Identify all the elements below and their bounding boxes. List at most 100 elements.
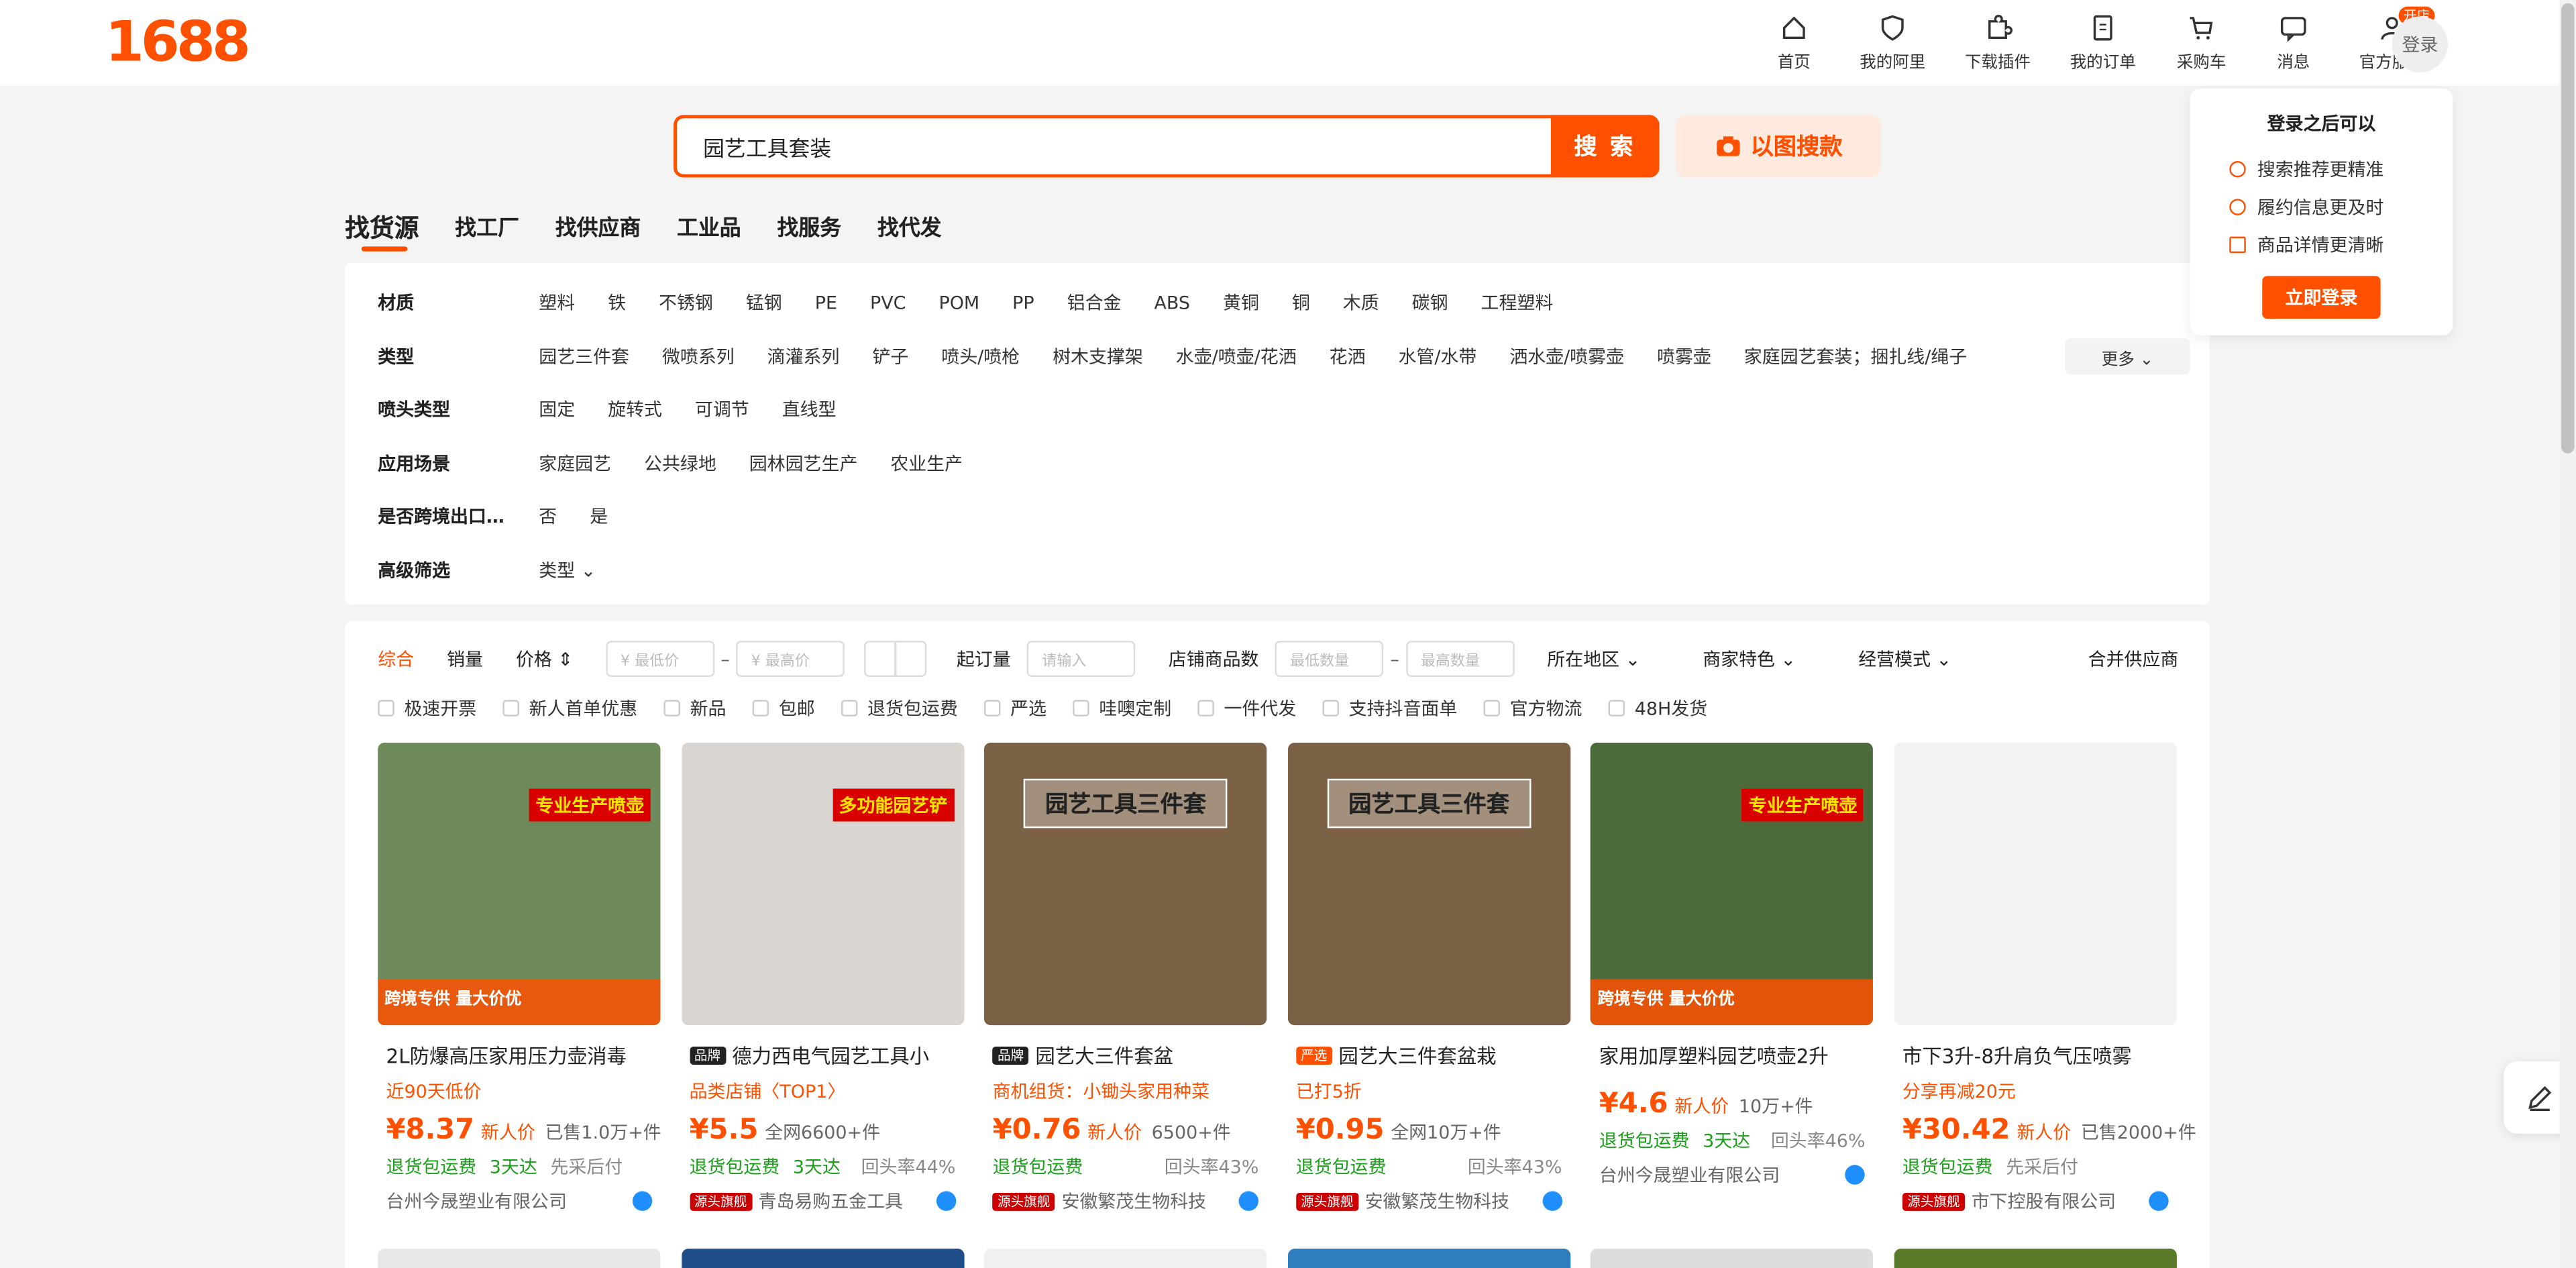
- chat-icon[interactable]: [632, 1191, 653, 1211]
- chat-icon[interactable]: [1239, 1191, 1259, 1211]
- filter-option[interactable]: 喷头/喷枪: [941, 343, 1020, 369]
- product-card[interactable]: 多功能园艺铲 品牌 德力西电气园艺工具小 品类店铺〈TOP1〉 ¥5.5 全网6600+件…: [681, 742, 964, 1236]
- filter-option[interactable]: 直线型: [782, 397, 837, 423]
- product-card[interactable]: 专业生产喷壶 跨境专供 量大价优 2L防爆高压家用压力壶消毒 近90天低价 ¥8.37 新…: [378, 742, 661, 1236]
- shop-row[interactable]: 台州今晟塑业有限公司: [378, 1188, 660, 1214]
- filter-option[interactable]: PE: [815, 292, 837, 313]
- filter-option[interactable]: 水管/水带: [1398, 343, 1477, 369]
- filter-option[interactable]: 木质: [1343, 289, 1379, 315]
- product-image-partial[interactable]: [1287, 1249, 1570, 1268]
- filter-checkbox[interactable]: 官方物流: [1483, 695, 1582, 721]
- merge-suppliers-toggle[interactable]: 合并供应商: [2088, 645, 2179, 672]
- filter-option[interactable]: 园艺三件套: [539, 343, 629, 369]
- filter-checkbox[interactable]: 新品: [663, 695, 726, 721]
- checkbox-box[interactable]: [841, 700, 858, 717]
- product-image-partial[interactable]: [1894, 1249, 2177, 1268]
- filter-option[interactable]: 塑料: [539, 289, 575, 315]
- product-image[interactable]: 园艺工具三件套: [1287, 742, 1570, 1026]
- checkbox-box[interactable]: [1608, 700, 1625, 717]
- filter-checkbox[interactable]: 48H发货: [1608, 695, 1707, 721]
- product-image[interactable]: 专业生产喷壶 跨境专供 量大价优: [378, 742, 661, 1026]
- filter-option[interactable]: 农业生产: [890, 450, 963, 476]
- moq-input[interactable]: 请输入: [1027, 641, 1136, 677]
- filter-option[interactable]: 可调节: [695, 397, 749, 423]
- nav-item-home[interactable]: 首页: [1748, 13, 1840, 72]
- product-image[interactable]: 园艺工具三件套: [984, 742, 1267, 1026]
- filter-option[interactable]: 铲子: [872, 343, 908, 369]
- filter-option[interactable]: 微喷系列: [662, 343, 735, 369]
- max-price-input[interactable]: ¥ 最高价: [736, 641, 845, 677]
- filter-option[interactable]: 花洒: [1330, 343, 1366, 369]
- search-input[interactable]: [703, 118, 1542, 174]
- filter-option[interactable]: 水壶/喷壶/花洒: [1176, 343, 1297, 369]
- nav-item-heart-shield[interactable]: 我的阿里: [1840, 13, 1945, 72]
- filter-option[interactable]: 家庭园艺套装；捆扎线/绳子: [1744, 343, 1967, 369]
- checkbox-box[interactable]: [502, 700, 519, 717]
- checkbox-box[interactable]: [378, 700, 394, 717]
- filter-checkbox[interactable]: 支持抖音面单: [1322, 695, 1457, 721]
- product-card[interactable]: 市下3升-8升肩负气压喷雾 分享再减20元 ¥30.42 新人价 已售2000+件 退货包…: [1894, 742, 2196, 1236]
- shop-row[interactable]: 源头旗舰 青岛易购五金工具: [681, 1188, 963, 1214]
- checkbox-box[interactable]: [1073, 700, 1089, 717]
- product-image-partial[interactable]: [681, 1249, 964, 1268]
- min-price-input[interactable]: ¥ 最低价: [605, 641, 714, 677]
- filter-option[interactable]: 洒水壶/喷雾壶: [1509, 343, 1624, 369]
- tab-0[interactable]: 找货源: [345, 210, 419, 252]
- product-title[interactable]: 2L防爆高压家用压力壶消毒: [378, 1042, 660, 1070]
- chat-icon[interactable]: [2149, 1191, 2169, 1211]
- tab-4[interactable]: 找服务: [777, 210, 842, 244]
- shop-row[interactable]: 源头旗舰 市下控股有限公司: [1894, 1188, 2177, 1214]
- nav-item-order[interactable]: 我的订单: [2050, 13, 2155, 72]
- more-filters-button[interactable]: 更多 ⌄: [2065, 338, 2190, 375]
- product-card[interactable]: 园艺工具三件套 品牌 园艺大三件套盆 商机组货：小锄头家用种菜 ¥0.76 新人价 6500…: [984, 742, 1267, 1236]
- tab-1[interactable]: 找工厂: [455, 210, 519, 244]
- filter-checkbox[interactable]: 极速开票: [378, 695, 476, 721]
- shop-row[interactable]: 源头旗舰 安徽繁茂生物科技: [1287, 1188, 1570, 1214]
- filter-checkbox[interactable]: 包邮: [752, 695, 815, 721]
- search-button[interactable]: 搜 索: [1550, 115, 1660, 178]
- layout-toggle-icon[interactable]: [864, 641, 927, 677]
- checkbox-box[interactable]: [752, 700, 769, 717]
- sort-comprehensive[interactable]: 综合: [378, 645, 414, 672]
- product-title[interactable]: 品牌 德力西电气园艺工具小: [681, 1042, 963, 1070]
- image-search-button[interactable]: 以图搜款: [1675, 115, 1882, 178]
- filter-option[interactable]: ABS: [1154, 292, 1190, 313]
- checkbox-box[interactable]: [1197, 700, 1214, 717]
- chat-icon[interactable]: [935, 1191, 956, 1211]
- nav-item-puzzle[interactable]: 下载插件: [1945, 13, 2051, 72]
- product-image[interactable]: 多功能园艺铲: [681, 742, 964, 1026]
- sort-price[interactable]: 价格 ⇕: [516, 645, 573, 672]
- filter-option[interactable]: 铁: [608, 289, 626, 315]
- product-title[interactable]: 品牌 园艺大三件套盆: [984, 1042, 1267, 1070]
- filter-option[interactable]: PVC: [870, 292, 906, 313]
- product-image-partial[interactable]: [984, 1249, 1267, 1268]
- filter-checkbox[interactable]: 退货包运费: [841, 695, 958, 721]
- filter-checkbox[interactable]: 严选: [983, 695, 1046, 721]
- product-image-partial[interactable]: [1591, 1249, 1874, 1268]
- features-dropdown[interactable]: 商家特色 ⌄: [1703, 645, 1796, 672]
- page-scrollbar[interactable]: [2559, 0, 2576, 1268]
- filter-option[interactable]: 工程塑料: [1481, 289, 1554, 315]
- filter-checkbox[interactable]: 哇噢定制: [1073, 695, 1171, 721]
- max-qty-input[interactable]: 最高数量: [1405, 641, 1515, 677]
- checkbox-box[interactable]: [1322, 700, 1339, 717]
- chat-icon[interactable]: [1542, 1191, 1562, 1211]
- region-dropdown[interactable]: 所在地区 ⌄: [1547, 645, 1640, 672]
- product-title[interactable]: 市下3升-8升肩负气压喷雾: [1894, 1042, 2177, 1070]
- filter-option[interactable]: 树木支撑架: [1053, 343, 1143, 369]
- checkbox-box[interactable]: [663, 700, 680, 717]
- product-title[interactable]: 严选 园艺大三件套盆栽: [1287, 1042, 1570, 1070]
- filter-option[interactable]: 类型 ⌄: [539, 557, 596, 583]
- tab-2[interactable]: 找供应商: [555, 210, 641, 244]
- mode-dropdown[interactable]: 经营模式 ⌄: [1858, 645, 1951, 672]
- filter-option[interactable]: 家庭园艺: [539, 450, 611, 476]
- filter-option[interactable]: 公共绿地: [644, 450, 716, 476]
- scrollbar-thumb[interactable]: [2561, 3, 2575, 454]
- product-image[interactable]: 专业生产喷壶 跨境专供 量大价优: [1591, 742, 1874, 1026]
- nav-item-cart[interactable]: 采购车: [2155, 13, 2247, 72]
- min-qty-input[interactable]: 最低数量: [1275, 641, 1384, 677]
- filter-option[interactable]: POM: [938, 292, 979, 313]
- logo[interactable]: 1688: [105, 10, 251, 76]
- login-now-button[interactable]: 立即登录: [2262, 276, 2381, 319]
- tab-3[interactable]: 工业品: [677, 210, 741, 244]
